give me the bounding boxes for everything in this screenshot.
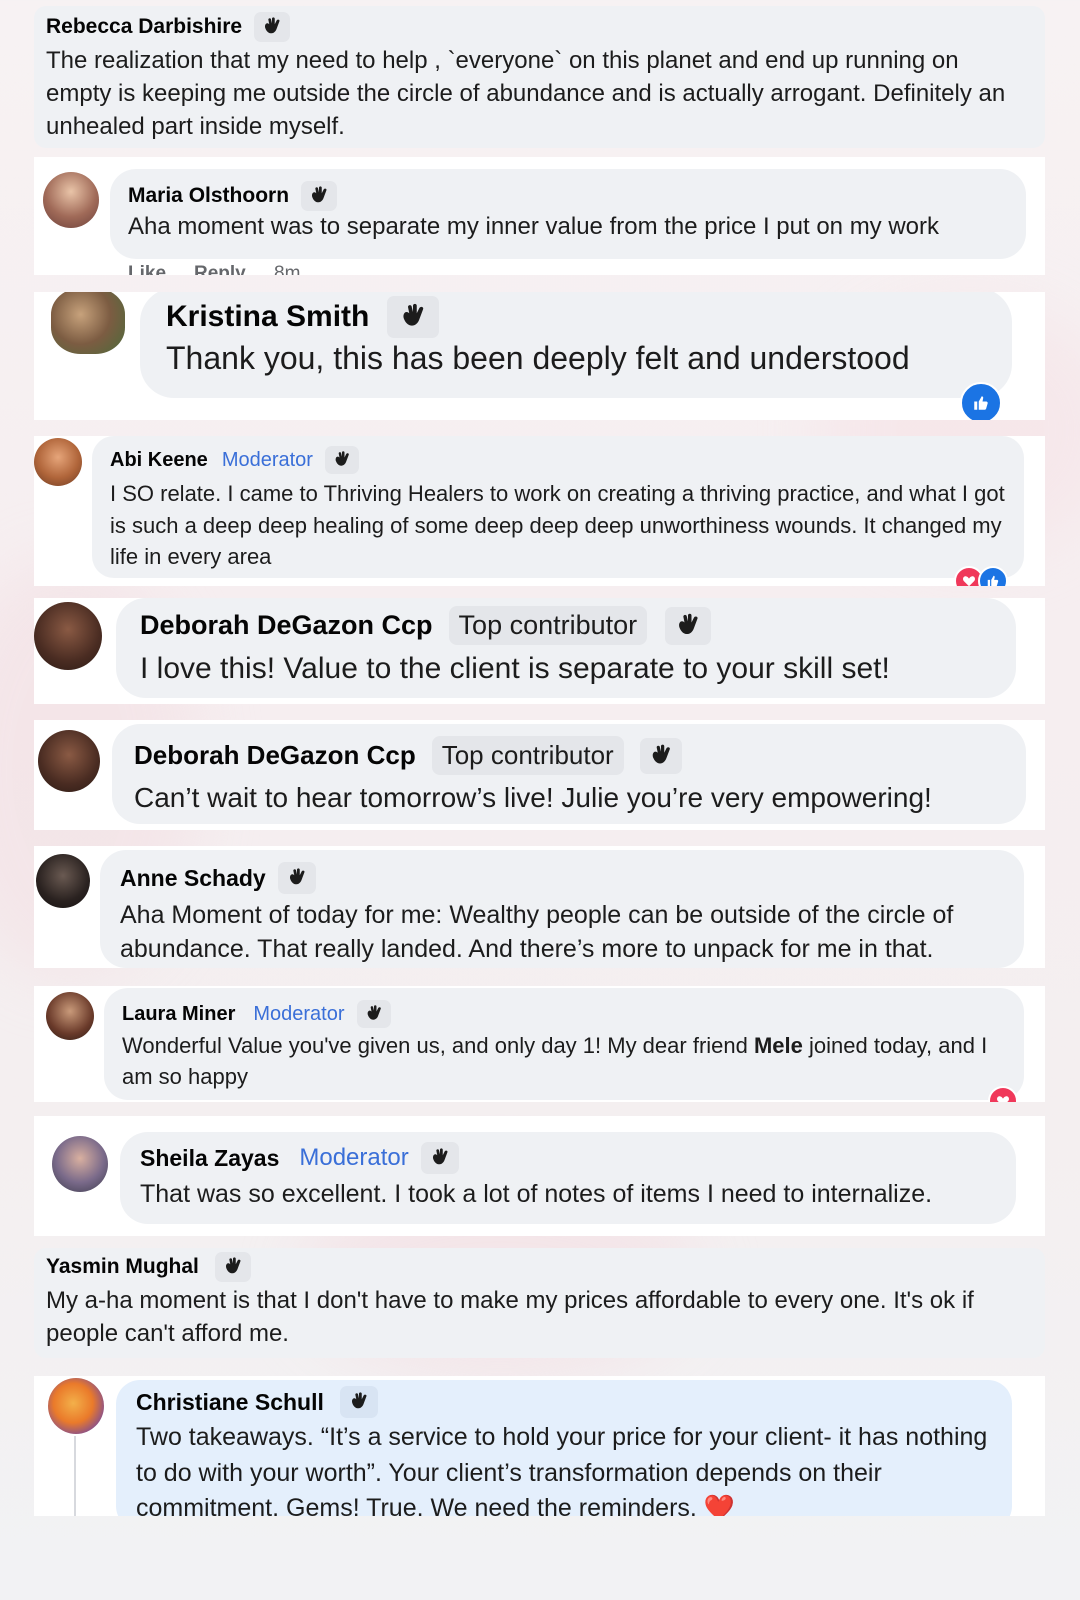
comment-text: Aha moment was to separate my inner valu…: [128, 213, 940, 240]
moderator-badge: Moderator: [253, 1002, 345, 1025]
comment-bubble: Kristina Smith Thank you, this has been …: [140, 292, 1012, 398]
avatar[interactable]: [34, 438, 82, 486]
moderator-badge: Moderator: [221, 448, 313, 471]
comment-card: Rebecca Darbishire The realization that …: [34, 6, 1045, 148]
timestamp: 8m: [274, 263, 301, 275]
mentioned-friend[interactable]: Mele: [754, 1033, 803, 1058]
comment-bubble: Anne Schady Aha Moment of today for me: …: [100, 850, 1024, 968]
comment-bubble: Deborah DeGazon Ccp Top contributor I lo…: [116, 598, 1016, 698]
comment-bubble: Deborah DeGazon Ccp Top contributor Can’…: [112, 724, 1026, 824]
waving-hand-icon: [665, 606, 712, 645]
commenter-name[interactable]: Deborah DeGazon Ccp: [140, 610, 433, 641]
comment-card: Kristina Smith Thank you, this has been …: [34, 292, 1045, 420]
waving-hand-icon: [339, 1386, 378, 1418]
comment-card: Abi Keene Moderator I SO relate. I came …: [34, 436, 1045, 586]
waving-hand-icon: [356, 1000, 391, 1028]
avatar[interactable]: [38, 730, 100, 792]
comment-text: Wonderful Value you've given us, and onl…: [122, 1030, 1012, 1092]
comment-card: Maria Olsthoorn Aha moment was to separa…: [34, 157, 1045, 275]
comment-card: Anne Schady Aha Moment of today for me: …: [34, 846, 1045, 968]
comment-text-part: Wonderful Value you've given us, and onl…: [122, 1033, 754, 1058]
comment-card: Sheila Zayas Moderator That was so excel…: [34, 1116, 1045, 1236]
avatar[interactable]: [52, 1136, 108, 1192]
comment-bubble: Sheila Zayas Moderator That was so excel…: [120, 1132, 1016, 1224]
commenter-name[interactable]: Yasmin Mughal: [46, 1255, 199, 1279]
commenter-name[interactable]: Maria Olsthoorn: [128, 184, 289, 208]
top-contributor-badge: Top contributor: [431, 736, 624, 775]
waving-hand-icon: [214, 1252, 251, 1282]
avatar[interactable]: [51, 292, 125, 354]
comment-card: Yasmin Mughal My a-ha moment is that I d…: [34, 1248, 1045, 1358]
commenter-name[interactable]: Kristina Smith: [166, 300, 369, 334]
love-icon: [988, 1086, 1018, 1102]
commenter-name[interactable]: Rebecca Darbishire: [46, 15, 242, 39]
top-contributor-badge: Top contributor: [448, 606, 648, 645]
comment-bubble: Laura Miner Moderator Wonderful Value yo…: [104, 988, 1024, 1100]
comment-text: The realization that my need to help , `…: [46, 47, 1006, 140]
comment-text: Can’t wait to hear tomorrow’s live! Juli…: [134, 782, 932, 813]
waving-hand-icon: [254, 12, 291, 42]
reaction-summary[interactable]: [988, 1086, 1018, 1102]
avatar[interactable]: [48, 1378, 104, 1434]
commenter-name[interactable]: Deborah DeGazon Ccp: [134, 740, 416, 771]
waving-hand-icon: [324, 446, 359, 474]
avatar[interactable]: [46, 992, 94, 1040]
commenter-name[interactable]: Laura Miner: [122, 1003, 235, 1026]
waving-hand-icon: [420, 1142, 459, 1174]
avatar[interactable]: [43, 172, 99, 228]
avatar[interactable]: [34, 602, 102, 670]
reaction-summary[interactable]: [960, 382, 1002, 420]
comment-text: That was so excellent. I took a lot of n…: [140, 1180, 933, 1208]
comment-bubble: Christiane Schull Two takeaways. “It’s a…: [116, 1380, 1012, 1516]
waving-hand-icon: [639, 737, 682, 774]
comment-text: Aha Moment of today for me: Wealthy peop…: [120, 901, 954, 963]
moderator-badge: Moderator: [299, 1144, 409, 1171]
comment-text: I SO relate. I came to Thriving Healers …: [110, 481, 1005, 569]
commenter-name[interactable]: Christiane Schull: [136, 1389, 324, 1416]
reply-link[interactable]: Reply: [194, 263, 246, 275]
comment-text: I love this! Value to the client is sepa…: [140, 652, 890, 685]
comment-text: Two takeaways. “It’s a service to hold y…: [136, 1423, 988, 1516]
commenter-name[interactable]: Sheila Zayas: [140, 1145, 279, 1172]
comment-text: My a-ha moment is that I don't have to m…: [46, 1287, 974, 1347]
thread-line: [74, 1436, 76, 1516]
comment-card: Laura Miner Moderator Wonderful Value yo…: [34, 986, 1045, 1102]
comment-card: Deborah DeGazon Ccp Top contributor Can’…: [34, 720, 1045, 830]
reaction-summary[interactable]: [954, 566, 1008, 586]
comment-text: Thank you, this has been deeply felt and…: [166, 340, 910, 376]
comment-card: Deborah DeGazon Ccp Top contributor I lo…: [34, 598, 1045, 704]
like-icon: [960, 382, 1002, 420]
comment-card: Christiane Schull Two takeaways. “It’s a…: [34, 1376, 1045, 1516]
commenter-name[interactable]: Anne Schady: [120, 865, 266, 892]
waving-hand-icon: [301, 181, 338, 211]
like-link[interactable]: Like: [128, 263, 166, 275]
comment-bubble: Maria Olsthoorn Aha moment was to separa…: [110, 169, 1026, 259]
like-icon: [978, 566, 1008, 586]
comment-bubble: Abi Keene Moderator I SO relate. I came …: [92, 436, 1024, 578]
waving-hand-icon: [277, 862, 316, 894]
avatar[interactable]: [36, 854, 90, 908]
commenter-name[interactable]: Abi Keene: [110, 449, 208, 472]
waving-hand-icon: [387, 296, 440, 338]
